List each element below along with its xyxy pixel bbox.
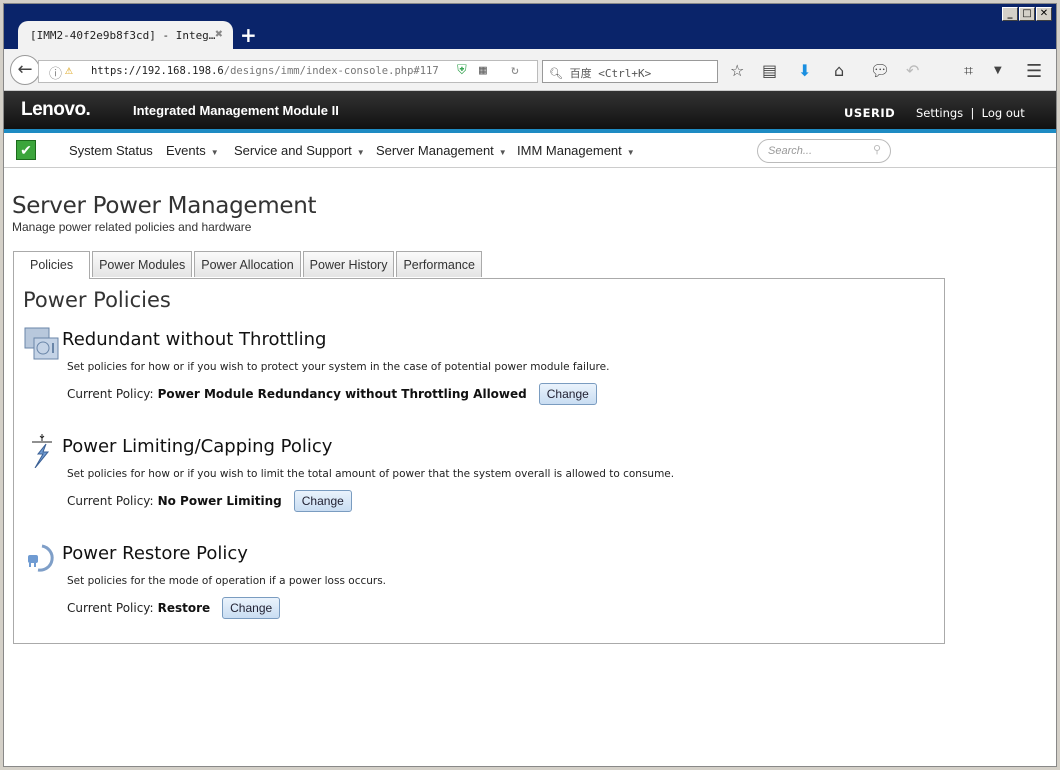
url-host: https://192.168.198.6	[91, 65, 224, 77]
nav-label: Events	[166, 143, 206, 158]
panel-title: Power Policies	[23, 288, 171, 312]
app-title: Integrated Management Module II	[133, 103, 339, 118]
current-policy-value: Power Module Redundancy without Throttli…	[157, 387, 527, 401]
tab-power-modules[interactable]: Power Modules	[92, 251, 193, 277]
tab-title: [IMM2-40f2e9b8f3cd] - Integ…	[30, 29, 216, 42]
close-window-button[interactable]: ✕	[1036, 7, 1052, 21]
info-icon[interactable]: ⓘ	[49, 63, 62, 82]
menu-icon[interactable]: ☰	[1026, 61, 1042, 82]
nav-server-management[interactable]: Server Management ▼	[376, 143, 507, 158]
section-description: Set policies for how or if you wish to l…	[67, 468, 675, 480]
chat-icon[interactable]: 💬︎	[870, 61, 890, 80]
power-restore-icon	[28, 544, 54, 572]
section-title: Power Limiting/Capping Policy	[62, 436, 333, 457]
current-policy-value: Restore	[157, 601, 211, 615]
caret-down-icon: ▼	[356, 148, 365, 157]
user-name[interactable]: USERID	[844, 106, 895, 120]
nav-system-status[interactable]: System Status	[69, 143, 153, 158]
tab-power-history[interactable]: Power History	[302, 251, 395, 277]
crop-icon[interactable]: ⌗	[964, 61, 973, 81]
section-description: Set policies for how or if you wish to p…	[67, 361, 610, 373]
logout-link[interactable]: Log out	[982, 106, 1025, 120]
home-icon[interactable]: ⌂	[834, 61, 844, 80]
new-tab-button[interactable]: +	[240, 23, 257, 47]
url-path: /designs/imm/index-console.php#117	[223, 65, 439, 77]
browser-search-input[interactable]: 🔍︎ 百度 <Ctrl+K>	[542, 60, 718, 83]
change-restore-button[interactable]: Change	[222, 597, 281, 619]
power-capping-icon	[32, 434, 52, 468]
nav-events[interactable]: Events ▼	[166, 143, 219, 158]
lock-warning-icon: ⚠	[65, 63, 73, 78]
status-ok-icon[interactable]: ✔	[16, 140, 36, 160]
reading-list-icon[interactable]: ▤	[762, 61, 777, 80]
change-capping-button[interactable]: Change	[293, 490, 352, 512]
caret-down-icon: ▼	[626, 148, 635, 157]
nav-label: Service and Support	[234, 143, 352, 158]
nav-label: IMM Management	[517, 143, 622, 158]
browser-window: _ □ ✕ [IMM2-40f2e9b8f3cd] - Integ… ✖ + ← ⓘ …	[3, 3, 1057, 767]
search-icon: 🔍︎	[549, 67, 563, 80]
title-bar: _ □ ✕ [IMM2-40f2e9b8f3cd] - Integ… ✖ +	[4, 4, 1056, 49]
caret-down-icon: ▼	[210, 148, 219, 157]
page-subtitle: Manage power related policies and hardwa…	[12, 220, 252, 234]
dropdown-icon[interactable]: ▼	[994, 65, 1002, 76]
current-policy-label: Current Policy:	[67, 387, 154, 401]
app-header: Lenovo. Integrated Management Module II …	[4, 91, 1056, 129]
policies-panel: Power Policies Redundant without Throttl…	[13, 278, 945, 644]
power-module-icon	[24, 327, 59, 360]
bookmark-star-icon[interactable]: ☆	[730, 61, 744, 80]
maximize-button[interactable]: □	[1019, 7, 1035, 21]
qr-code-icon[interactable]: ▦	[479, 63, 487, 78]
search-icon[interactable]: ⚲	[873, 143, 881, 156]
current-policy-value: No Power Limiting	[157, 494, 282, 508]
section-title: Power Restore Policy	[62, 543, 248, 564]
minimize-button[interactable]: _	[1002, 7, 1018, 21]
nav-imm-management[interactable]: IMM Management ▼	[517, 143, 635, 158]
shield-icon[interactable]: ⛨	[457, 63, 467, 78]
lenovo-logo: Lenovo.	[21, 99, 91, 120]
current-policy-label: Current Policy:	[67, 601, 154, 615]
tab-performance[interactable]: Performance	[396, 251, 483, 277]
reload-icon[interactable]: ↻	[511, 63, 519, 78]
main-nav: ✔ System Status Events ▼ Service and Supp…	[4, 133, 1056, 168]
settings-link[interactable]: Settings	[916, 106, 963, 120]
search-placeholder: Search...	[768, 145, 813, 157]
tab-bar: Policies Power Modules Power Allocation …	[13, 251, 483, 279]
tab-power-allocation[interactable]: Power Allocation	[194, 251, 301, 277]
page-title: Server Power Management	[12, 193, 317, 219]
close-tab-icon[interactable]: ✖	[215, 27, 223, 42]
site-search-input[interactable]: Search... ⚲	[757, 139, 891, 163]
undo-icon[interactable]: ↶	[906, 61, 919, 80]
search-placeholder: 百度 <Ctrl+K>	[569, 67, 652, 80]
browser-tab[interactable]: [IMM2-40f2e9b8f3cd] - Integ… ✖	[18, 21, 233, 49]
section-title: Redundant without Throttling	[62, 329, 327, 350]
change-redundancy-button[interactable]: Change	[538, 383, 597, 405]
section-description: Set policies for the mode of operation i…	[67, 575, 387, 587]
separator: |	[970, 106, 975, 120]
back-button[interactable]: ←	[10, 55, 40, 85]
download-icon[interactable]: ⬇	[798, 61, 811, 80]
current-policy-label: Current Policy:	[67, 494, 154, 508]
nav-label: Server Management	[376, 143, 494, 158]
browser-toolbar: ← ⓘ ⚠ https://192.168.198.6/designs/imm/…	[4, 49, 1056, 91]
caret-down-icon: ▼	[498, 148, 507, 157]
nav-service-support[interactable]: Service and Support ▼	[234, 143, 365, 158]
tab-policies[interactable]: Policies	[13, 251, 91, 279]
url-bar[interactable]: ⓘ ⚠ https://192.168.198.6/designs/imm/in…	[38, 60, 538, 83]
